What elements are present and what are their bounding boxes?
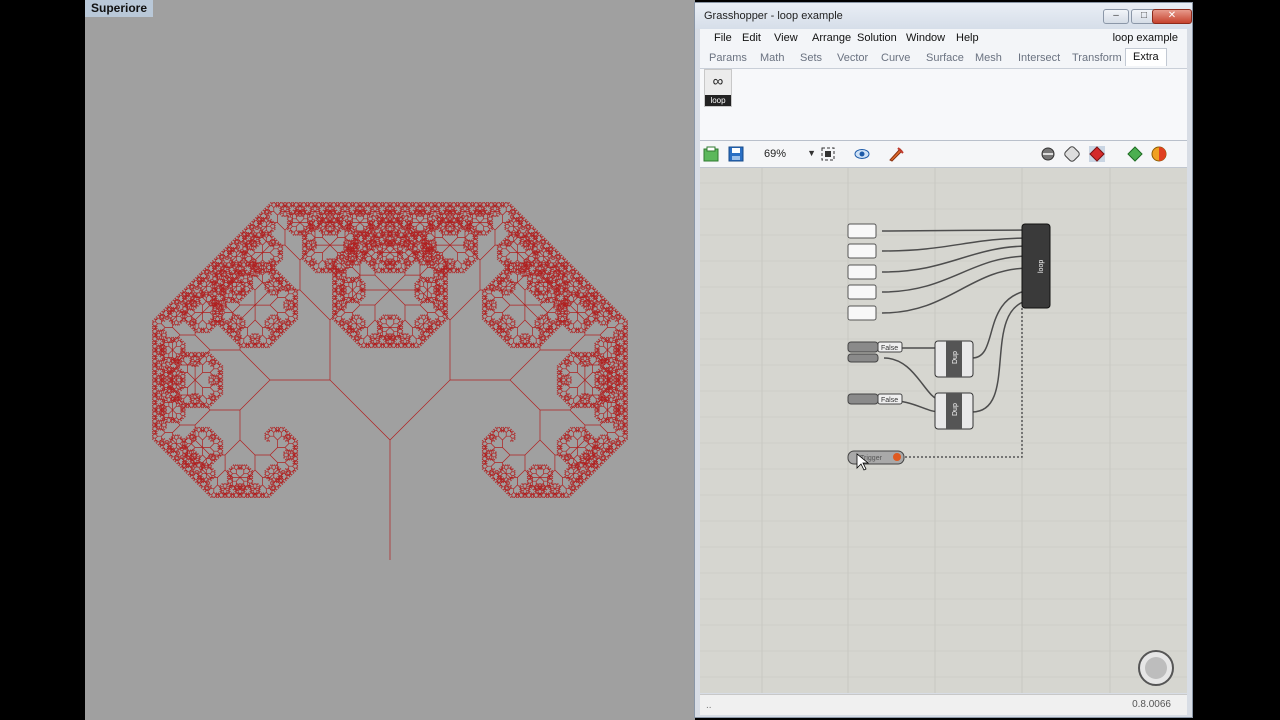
status-text: .. <box>706 700 712 711</box>
close-button[interactable]: ✕ <box>1152 9 1192 24</box>
menu-bar: File Edit View Arrange Solution Window H… <box>700 29 1187 48</box>
param-node[interactable] <box>847 305 877 321</box>
zoom-value: 69% <box>764 148 787 160</box>
canvas-toolbar: 69% ▼ <box>700 141 1187 168</box>
dup-components: Dup Dup <box>934 340 974 430</box>
version-label: 0.8.0066 <box>1132 699 1171 710</box>
navigation-widget[interactable] <box>1138 650 1174 686</box>
param-node[interactable] <box>847 223 877 239</box>
loop-component[interactable]: loop <box>1021 223 1051 309</box>
viewport-label[interactable]: Superiore <box>85 0 154 17</box>
shaded-preview-icon[interactable] <box>1127 146 1143 162</box>
definition-graph[interactable]: False False Dup Dup loop Trigger <box>700 168 1187 693</box>
preview-mode-icon[interactable] <box>1064 146 1080 162</box>
param-node[interactable] <box>847 243 877 259</box>
wire-display-icon[interactable] <box>1040 146 1056 162</box>
trigger-arrow-icon <box>893 453 901 461</box>
title-bar[interactable]: Grasshopper - loop example – □ ✕ <box>695 3 1192 29</box>
window-title: Grasshopper - loop example <box>704 10 843 22</box>
zoom-extents-icon[interactable] <box>820 146 836 162</box>
zoom-dropdown[interactable]: 69% ▼ <box>758 145 818 163</box>
trigger-button[interactable]: Trigger <box>847 450 905 465</box>
grasshopper-canvas[interactable]: False False Dup Dup loop Trigger <box>700 168 1187 693</box>
fractal-tree-render <box>152 202 628 560</box>
trigger-wire <box>905 302 1031 458</box>
status-bar: .. 0.8.0066 <box>700 694 1187 715</box>
infinity-icon: ∞ <box>712 73 724 90</box>
rhino-viewport[interactable]: Superiore <box>85 0 695 720</box>
loop-component-button[interactable]: ∞ loop <box>704 69 732 107</box>
menu-edit[interactable]: Edit <box>742 32 761 44</box>
param-node[interactable] <box>847 264 877 280</box>
sketch-pen-icon[interactable] <box>888 146 904 162</box>
tab-extra[interactable]: Extra <box>1125 48 1167 66</box>
menu-view[interactable]: View <box>774 32 798 44</box>
dup-label: Dup <box>952 403 959 416</box>
grasshopper-window: Grasshopper - loop example – □ ✕ File Ed… <box>694 2 1193 718</box>
minimize-button[interactable]: – <box>1103 9 1129 24</box>
boolean-toggles: False False <box>847 341 903 405</box>
toggle-body[interactable] <box>847 393 879 405</box>
toggle-body-lower[interactable] <box>847 353 879 363</box>
fractal-branches <box>152 202 628 560</box>
widget-center <box>1145 657 1167 679</box>
menu-help[interactable]: Help <box>956 32 979 44</box>
tab-intersect[interactable]: Intersect <box>1018 52 1060 64</box>
preview-eye-icon[interactable] <box>854 146 870 162</box>
wire <box>881 255 1031 293</box>
toggle-value: False <box>881 345 898 352</box>
component-tabs: Params Math Sets Vector Curve Surface Me… <box>700 48 1187 69</box>
tab-surface[interactable]: Surface <box>926 52 964 64</box>
component-ribbon: ∞ loop <box>700 69 1187 141</box>
menu-solution[interactable]: Solution <box>857 32 897 44</box>
tab-params[interactable]: Params <box>709 52 747 64</box>
save-file-icon[interactable] <box>728 146 744 162</box>
document-name: loop example <box>1112 32 1178 44</box>
loop-component-label: loop <box>1038 260 1045 273</box>
loop-component-body[interactable] <box>1021 223 1051 309</box>
open-file-icon[interactable] <box>703 146 719 162</box>
tab-curve[interactable]: Curve <box>881 52 910 64</box>
tab-transform[interactable]: Transform <box>1072 52 1122 64</box>
toggle-value: False <box>881 397 898 404</box>
input-params <box>847 223 877 321</box>
tab-math[interactable]: Math <box>760 52 784 64</box>
disable-solver-icon[interactable] <box>1089 146 1105 162</box>
loop-component-label: loop <box>705 95 731 106</box>
tab-vector[interactable]: Vector <box>837 52 868 64</box>
menu-window[interactable]: Window <box>906 32 945 44</box>
dup-label: Dup <box>952 351 959 364</box>
tab-mesh[interactable]: Mesh <box>975 52 1002 64</box>
wire <box>881 237 1031 252</box>
chevron-down-icon: ▼ <box>807 148 816 158</box>
tab-sets[interactable]: Sets <box>800 52 822 64</box>
menu-file[interactable]: File <box>714 32 732 44</box>
param-node[interactable] <box>847 284 877 300</box>
toggle-body[interactable] <box>847 341 879 353</box>
wire <box>881 229 1031 232</box>
menu-arrange[interactable]: Arrange <box>812 32 851 44</box>
color-preview-icon[interactable] <box>1151 146 1167 162</box>
